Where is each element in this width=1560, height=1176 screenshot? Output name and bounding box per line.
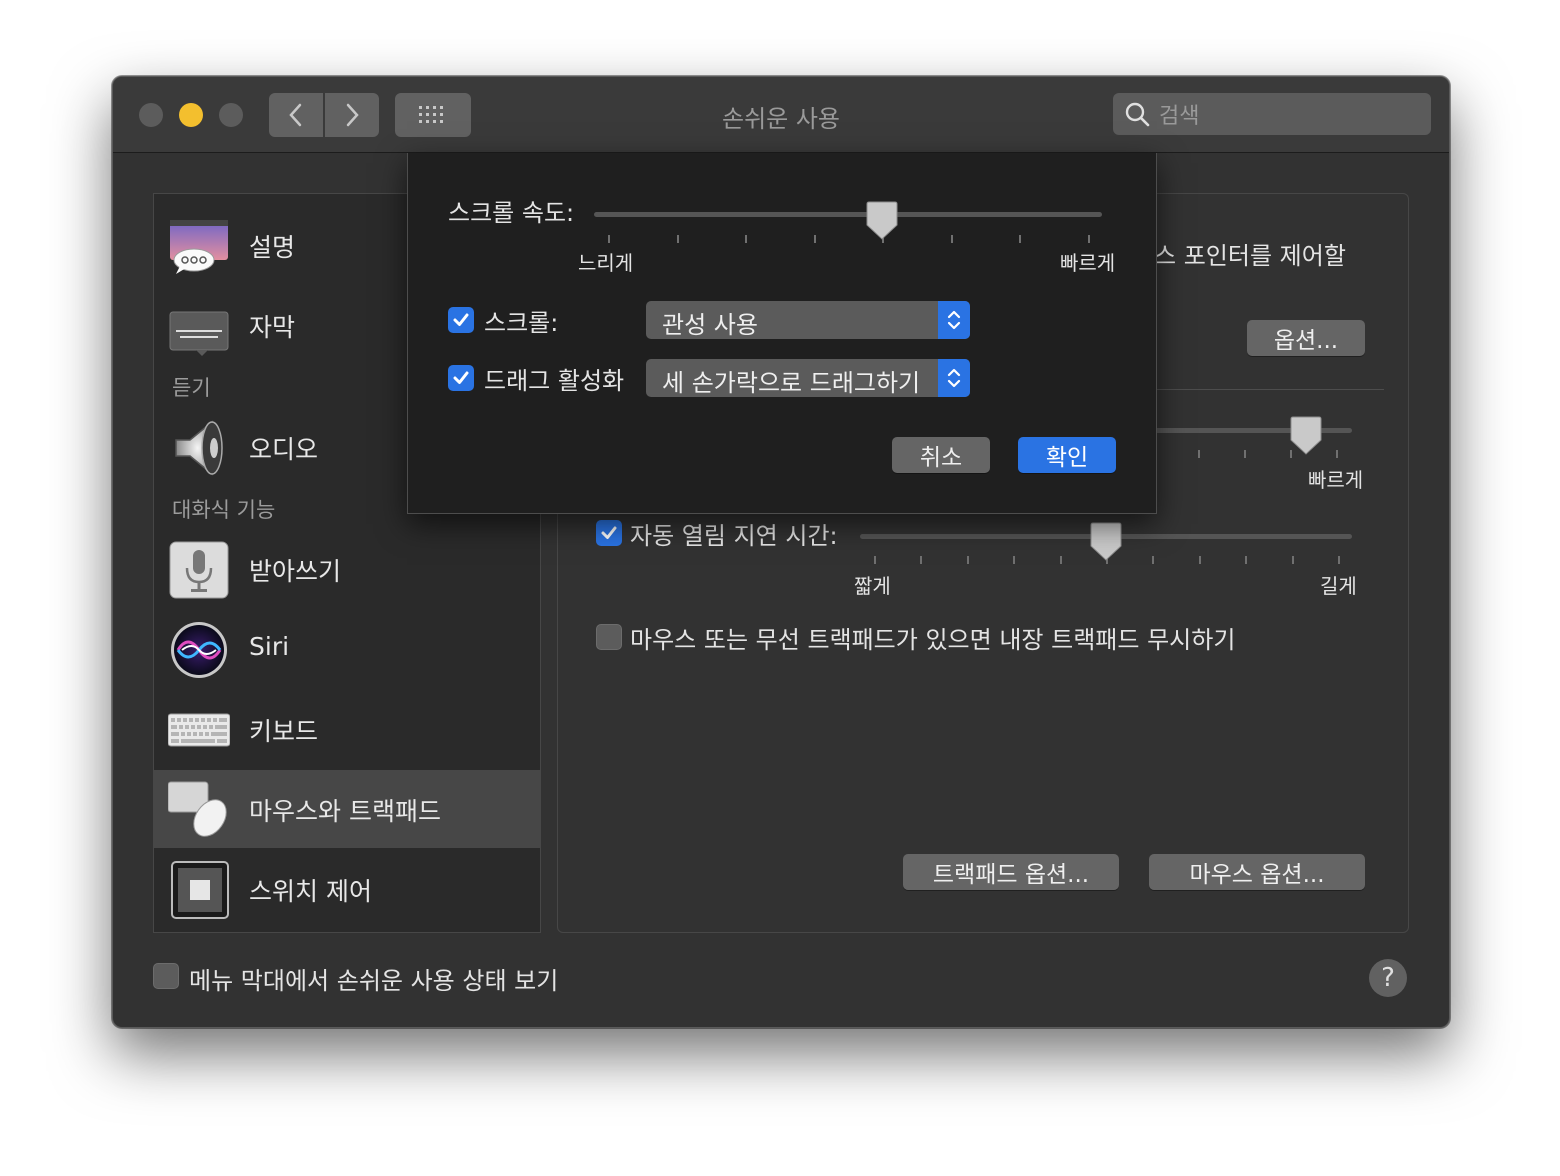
double-click-speed-thumb[interactable]: [1289, 416, 1323, 456]
mouse-options-button[interactable]: 마우스 옵션...: [1149, 854, 1365, 890]
search-field[interactable]: 검색: [1113, 93, 1431, 135]
scrolling-popup-value: 관성 사용: [662, 311, 758, 339]
trackpad-options-sheet: 스크롤 속도: 느리게 빠르게 스크롤: 관성 사용 드래그 활성화 세 손가락…: [407, 153, 1157, 514]
dragging-popup-value: 세 손가락으로 드래그하기: [662, 369, 921, 397]
cancel-button[interactable]: 취소: [892, 437, 990, 473]
delay-max-label: 길게: [1320, 574, 1357, 598]
sidebar-item-label: 스위치 제어: [249, 877, 372, 906]
slider-tick: [1244, 450, 1246, 458]
sidebar-item-label: 마우스와 트랙패드: [249, 797, 441, 826]
sidebar-item-label: 받아쓰기: [249, 557, 342, 586]
scroll-speed-min-label: 느리게: [578, 251, 634, 275]
slider-tick: [676, 235, 679, 243]
speech-bubble-icon: [170, 220, 228, 274]
scrolling-label: 스크롤:: [484, 309, 559, 337]
title-bar: 손쉬운 사용 검색: [113, 77, 1449, 153]
slider-tick: [1245, 556, 1248, 564]
speed-max-label: 빠르게: [1308, 468, 1364, 492]
sidebar-item-dictation[interactable]: 받아쓰기: [154, 530, 540, 608]
slider-tick: [608, 235, 610, 243]
checkmark-icon: [601, 526, 617, 539]
section-heading-hearing: 듣기: [172, 376, 211, 400]
separator: [1154, 389, 1384, 390]
slider-tick: [1152, 556, 1155, 564]
sidebar-item-label: 자막: [249, 313, 296, 342]
slider-tick: [1198, 556, 1201, 564]
slider-tick: [966, 556, 969, 564]
slider-tick: [950, 235, 953, 243]
scroll-speed-track[interactable]: [594, 212, 1102, 217]
sidebar-item-keyboard[interactable]: 키보드: [154, 690, 540, 768]
speaker-icon: [175, 420, 223, 476]
updown-arrows-icon: [938, 301, 970, 339]
scroll-speed-max-label: 빠르게: [1060, 251, 1116, 275]
mouse-trackpad-icon: [168, 781, 227, 837]
options-button[interactable]: 옵션...: [1247, 320, 1365, 356]
search-placeholder: 검색: [1159, 104, 1200, 129]
captions-icon: [169, 311, 229, 356]
sidebar-item-label: 키보드: [249, 717, 319, 746]
slider-tick: [813, 235, 816, 243]
microphone-icon: [169, 541, 229, 599]
keyboard-icon: [168, 713, 230, 747]
scrolling-popup[interactable]: 관성 사용: [646, 301, 970, 339]
slider-tick: [1019, 235, 1022, 243]
dragging-checkbox[interactable]: [448, 365, 474, 391]
slider-tick: [745, 235, 748, 243]
trackpad-options-button[interactable]: 트랙패드 옵션...: [903, 854, 1119, 890]
dragging-popup[interactable]: 세 손가락으로 드래그하기: [646, 359, 970, 397]
ok-button[interactable]: 확인: [1018, 437, 1116, 473]
sidebar-item-siri[interactable]: Siri: [154, 610, 540, 688]
search-icon: [1125, 102, 1150, 127]
sidebar-item-mouse-trackpad[interactable]: 마우스와 트랙패드: [154, 770, 540, 848]
panel-description: 스 포인터를 제어할: [1154, 242, 1346, 270]
spring-delay-checkbox[interactable]: [596, 520, 622, 546]
dragging-label: 드래그 활성화: [484, 367, 625, 395]
sidebar-item-label: 설명: [249, 233, 296, 262]
scroll-speed-thumb[interactable]: [865, 201, 899, 241]
spring-delay-thumb[interactable]: [1089, 522, 1123, 562]
switch-control-icon: [171, 861, 229, 919]
slider-tick: [1059, 556, 1062, 564]
slider-tick: [1088, 235, 1090, 243]
checkmark-icon: [453, 313, 469, 326]
ignore-trackpad-label: 마우스 또는 무선 트랙패드가 있으면 내장 트랙패드 무시하기: [630, 626, 1236, 654]
sidebar-item-label: Siri: [249, 632, 290, 661]
spring-delay-label: 자동 열림 지연 시간:: [630, 522, 838, 550]
slider-tick: [920, 556, 923, 564]
slider-tick: [1291, 556, 1294, 564]
slider-tick: [1336, 450, 1338, 458]
checkmark-icon: [453, 371, 469, 384]
slider-tick: [874, 556, 876, 564]
delay-min-label: 짧게: [854, 574, 891, 598]
sidebar-item-switch-control[interactable]: 스위치 제어: [154, 850, 540, 928]
section-heading-interaction: 대화식 기능: [172, 498, 276, 522]
preferences-window: 손쉬운 사용 검색 설명 자막 듣기 오디오 대화식 기능 받아쓰기 Siri …: [112, 76, 1450, 1028]
updown-arrows-icon: [938, 359, 970, 397]
ignore-trackpad-checkbox[interactable]: [596, 624, 622, 650]
sidebar-item-label: 오디오: [249, 435, 319, 464]
scrolling-checkbox[interactable]: [448, 307, 474, 333]
menu-bar-status-label: 메뉴 막대에서 손쉬운 사용 상태 보기: [189, 967, 559, 995]
slider-tick: [1338, 556, 1340, 564]
help-button[interactable]: ?: [1369, 959, 1407, 997]
menu-bar-status-checkbox[interactable]: [153, 963, 179, 989]
slider-tick: [1013, 556, 1016, 564]
siri-icon: [171, 622, 227, 678]
scroll-speed-label: 스크롤 속도:: [448, 199, 575, 227]
slider-tick: [1198, 450, 1200, 458]
